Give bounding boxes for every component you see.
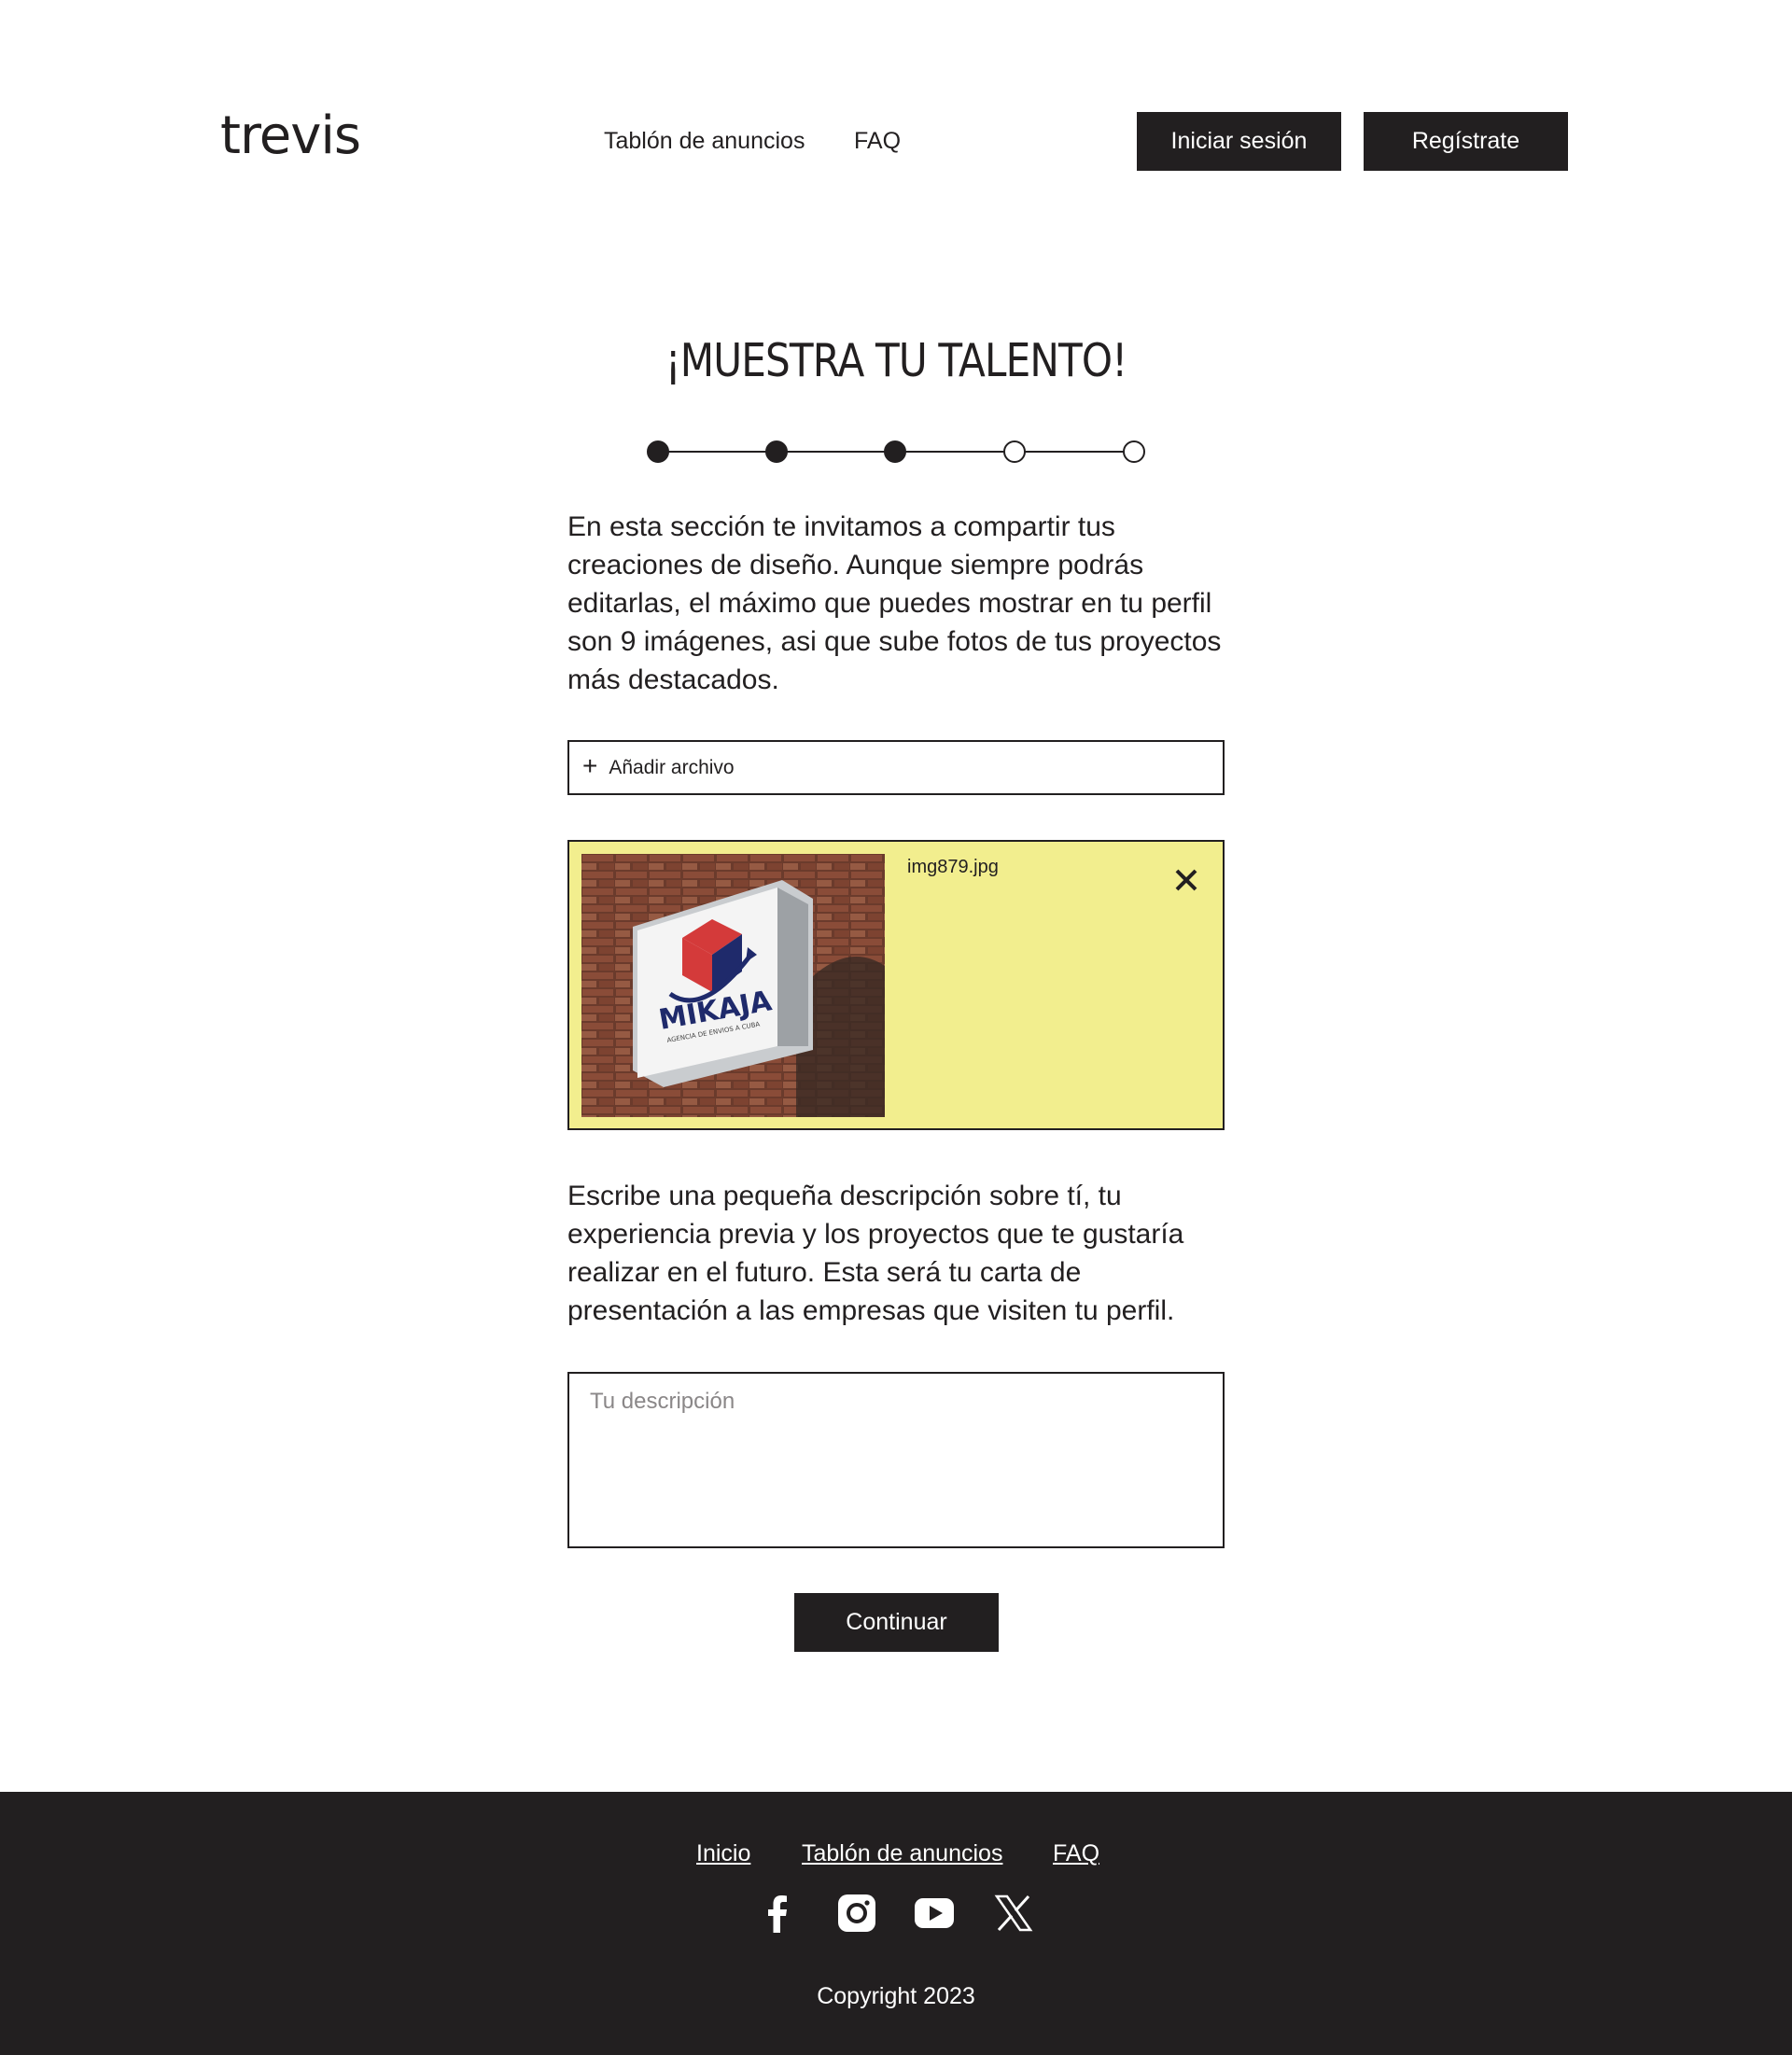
x-icon[interactable]: [992, 1892, 1035, 1935]
trevis-logo[interactable]: trevis: [220, 110, 361, 162]
nav-link-faq[interactable]: FAQ: [854, 128, 901, 155]
site-footer: Inicio Tablón de anuncios FAQ Copyright …: [0, 1792, 1792, 2055]
register-button[interactable]: Regístrate: [1364, 112, 1568, 171]
file-name: img879.jpg: [907, 857, 999, 877]
site-header: trevis Tablón de anuncios FAQ Iniciar se…: [0, 0, 1792, 187]
footer-link-faq[interactable]: FAQ: [1053, 1840, 1099, 1867]
description-field[interactable]: [567, 1372, 1225, 1548]
youtube-icon[interactable]: [913, 1892, 956, 1935]
step-1-completed: [647, 440, 669, 463]
intro-text: En esta sección te invitamos a compartir…: [567, 511, 1222, 695]
step-2-completed: [765, 440, 788, 463]
continue-button[interactable]: Continuar: [794, 1593, 999, 1652]
step-3-completed: [884, 440, 906, 463]
instagram-icon[interactable]: [835, 1892, 878, 1935]
facebook-icon[interactable]: [756, 1892, 799, 1935]
add-file-label: Añadir archivo: [609, 756, 735, 778]
login-button[interactable]: Iniciar sesión: [1137, 112, 1341, 171]
sign-photo: MIKAJA AGENCIA DE ENVIOS A CUBA: [581, 854, 885, 1117]
footer-link-inicio[interactable]: Inicio: [696, 1840, 750, 1867]
add-file-button[interactable]: + Añadir archivo: [567, 740, 1225, 795]
page-title: ¡MUESTRA TU TALENTO!: [665, 334, 1127, 387]
progress-stepper: [644, 439, 1148, 465]
step-5-pending: [1123, 440, 1145, 463]
close-icon[interactable]: [1172, 866, 1200, 894]
uploaded-file-card: MIKAJA AGENCIA DE ENVIOS A CUBA img879.j…: [567, 840, 1225, 1130]
nav-link-anuncios[interactable]: Tablón de anuncios: [604, 128, 805, 155]
description-prompt: Escribe una pequeña descripción sobre tí…: [567, 1181, 1184, 1326]
plus-icon: +: [582, 751, 598, 780]
footer-link-anuncios[interactable]: Tablón de anuncios: [802, 1840, 1002, 1867]
file-thumbnail: MIKAJA AGENCIA DE ENVIOS A CUBA: [581, 854, 885, 1117]
step-4-pending: [1003, 440, 1026, 463]
copyright-text: Copyright 2023: [817, 1983, 975, 2009]
